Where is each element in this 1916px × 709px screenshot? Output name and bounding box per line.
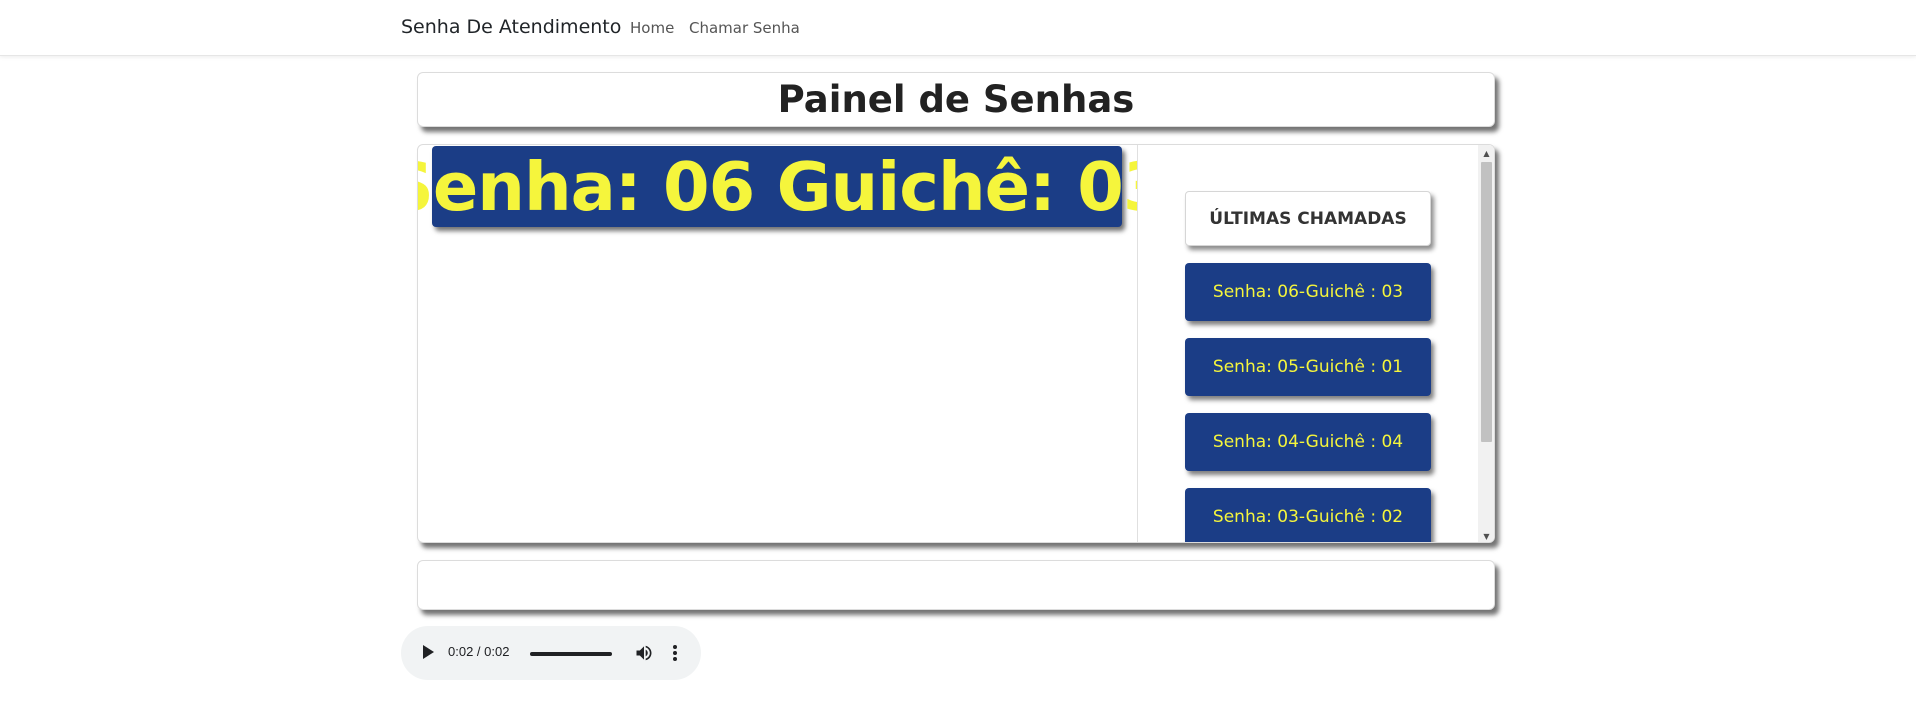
play-icon[interactable]: [423, 645, 434, 659]
audio-progress-slider[interactable]: [530, 652, 612, 656]
recent-calls-scrollbar[interactable]: ▲ ▼: [1478, 145, 1494, 542]
recent-call-item: Senha: 03-Guichê : 02: [1185, 488, 1431, 542]
password-panel: Senha: 06 Guichê: 03 ÚLTIMAS CHAMADAS Se…: [417, 144, 1495, 543]
nav-link-home[interactable]: Home: [630, 19, 674, 37]
nav-link-chamar-senha[interactable]: Chamar Senha: [689, 19, 800, 37]
recent-calls-header: ÚLTIMAS CHAMADAS: [1185, 191, 1431, 246]
page-title: Painel de Senhas: [777, 78, 1135, 121]
current-call-display: Senha: 06 Guichê: 03: [417, 146, 1169, 227]
scroll-thumb[interactable]: [1481, 162, 1492, 442]
more-vertical-icon[interactable]: [672, 643, 678, 663]
recent-call-item: Senha: 05-Guichê : 01: [1185, 338, 1431, 396]
volume-icon[interactable]: [634, 643, 654, 663]
recent-call-item: Senha: 04-Guichê : 04: [1185, 413, 1431, 471]
top-navbar: Senha De Atendimento Home Chamar Senha: [0, 0, 1916, 56]
scroll-down-arrow-icon[interactable]: ▼: [1478, 528, 1494, 542]
audio-player[interactable]: 0:02 / 0:02: [401, 626, 701, 680]
recent-calls-list: ÚLTIMAS CHAMADAS Senha: 06-Guichê : 03 S…: [1137, 145, 1494, 542]
audio-time-display: 0:02 / 0:02: [448, 644, 510, 659]
recent-call-item: Senha: 06-Guichê : 03: [1185, 263, 1431, 321]
scroll-up-arrow-icon[interactable]: ▲: [1478, 145, 1494, 161]
footer-card: [417, 560, 1495, 610]
title-card: Painel de Senhas: [417, 72, 1495, 127]
navbar-brand[interactable]: Senha De Atendimento: [401, 16, 621, 38]
